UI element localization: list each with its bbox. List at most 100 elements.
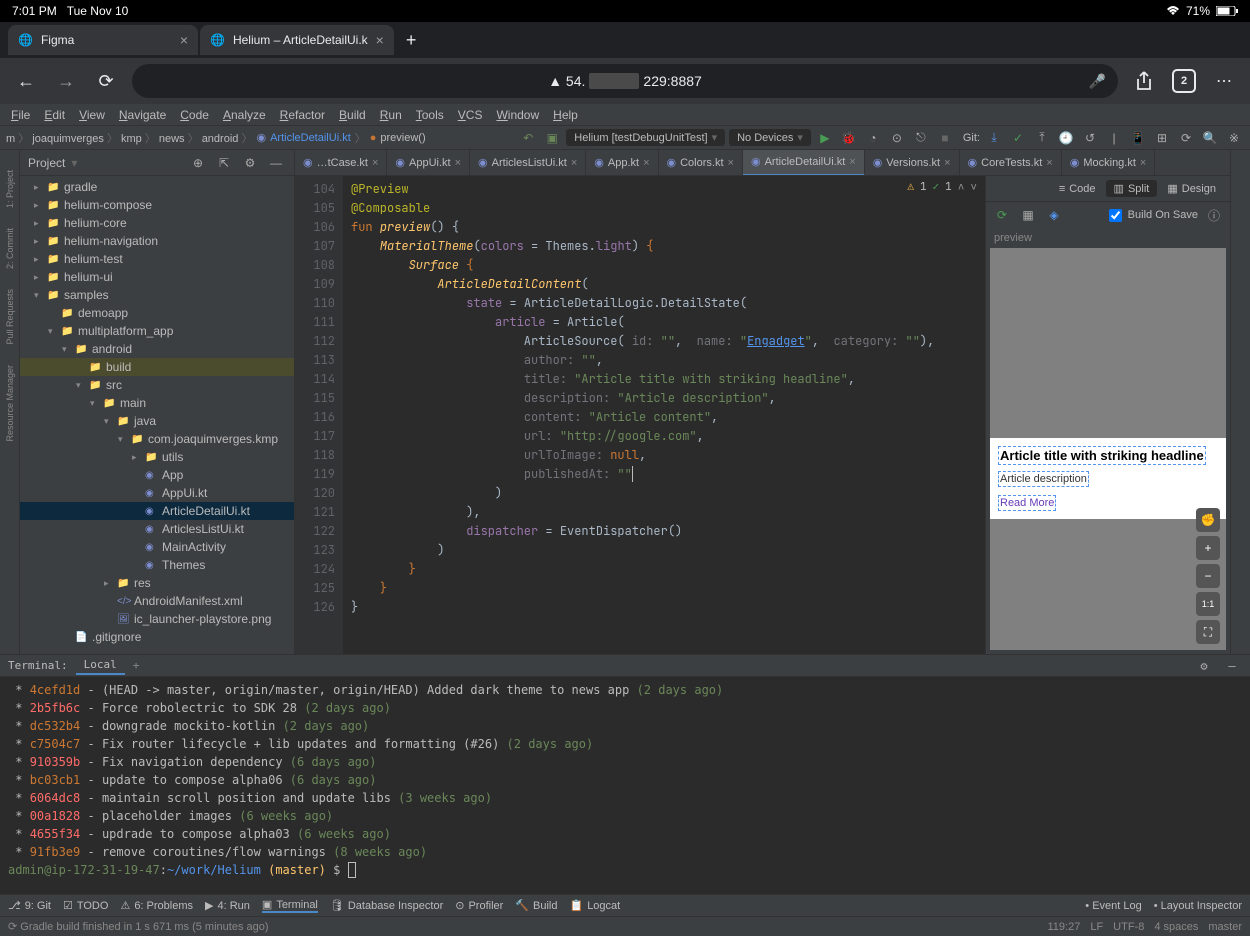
- build-on-save-checkbox[interactable]: [1109, 209, 1122, 222]
- debug-icon[interactable]: 🐞: [839, 128, 859, 148]
- close-icon[interactable]: ×: [571, 157, 577, 169]
- mode-split[interactable]: ▥ Split: [1106, 180, 1158, 197]
- tree-row[interactable]: ◉AppUi.kt: [20, 484, 294, 502]
- share-icon[interactable]: [1130, 67, 1158, 95]
- code-editor[interactable]: 1041051061071081091101111121131141151161…: [295, 176, 985, 654]
- menu-item[interactable]: VCS: [451, 106, 490, 124]
- crumb-func[interactable]: preview(): [380, 132, 425, 144]
- tree-row[interactable]: ▾📁main: [20, 394, 294, 412]
- tree-arrow-icon[interactable]: ▸: [34, 182, 44, 193]
- device-selector[interactable]: No Devices ▾: [729, 129, 811, 146]
- breadcrumb-part[interactable]: android: [202, 133, 239, 145]
- status-item[interactable]: 4 spaces: [1154, 921, 1198, 933]
- close-icon[interactable]: ×: [376, 32, 384, 48]
- tree-arrow-icon[interactable]: ▸: [132, 452, 142, 463]
- tree-row[interactable]: ◉MainActivity: [20, 538, 294, 556]
- menu-item[interactable]: Refactor: [273, 106, 332, 124]
- menu-item[interactable]: File: [4, 106, 37, 124]
- tree-row[interactable]: ▾📁com.joaquimverges.kmp: [20, 430, 294, 448]
- bottom-tool-tab[interactable]: 🛢 Database Inspector: [330, 899, 443, 912]
- close-icon[interactable]: ×: [643, 157, 649, 169]
- menu-item[interactable]: Navigate: [112, 106, 173, 124]
- tree-row[interactable]: ▾📁samples: [20, 286, 294, 304]
- tree-row[interactable]: ▾📁multiplatform_app: [20, 322, 294, 340]
- terminal-tab[interactable]: Local: [76, 656, 125, 675]
- editor-tab[interactable]: ◉ArticleDetailUi.kt×: [743, 150, 865, 176]
- status-item[interactable]: LF: [1090, 921, 1103, 933]
- git-history-icon[interactable]: 🕘: [1056, 128, 1076, 148]
- sync-icon[interactable]: ⟳: [1176, 128, 1196, 148]
- tree-row[interactable]: 🖼ic_launcher-playstore.png: [20, 610, 294, 628]
- tool-window-tab[interactable]: 1: Project: [5, 170, 15, 208]
- tree-arrow-icon[interactable]: ▾: [62, 344, 72, 355]
- info-icon[interactable]: ⓘ: [1204, 205, 1224, 225]
- git-update-icon[interactable]: ⤓: [984, 128, 1004, 148]
- tree-arrow-icon[interactable]: ▾: [48, 326, 58, 337]
- tree-row[interactable]: ▸📁helium-navigation: [20, 232, 294, 250]
- sync-icon[interactable]: ⟳: [8, 920, 17, 933]
- bottom-tool-tab[interactable]: 📋 Logcat: [569, 899, 620, 912]
- bottom-tool-tab[interactable]: • Layout Inspector: [1154, 900, 1242, 912]
- zoom-in-icon[interactable]: +: [1196, 536, 1220, 560]
- editor-tab[interactable]: ◉Versions.kt×: [865, 150, 960, 176]
- tree-row[interactable]: </>AndroidManifest.xml: [20, 592, 294, 610]
- editor-tab[interactable]: ◉App.kt×: [586, 150, 658, 176]
- editor-tab[interactable]: ◉Colors.kt×: [659, 150, 743, 176]
- run-icon[interactable]: ▶: [815, 128, 835, 148]
- browser-tab[interactable]: 🌐 Figma ×: [8, 25, 198, 55]
- bottom-tool-tab[interactable]: ⚠ 6: Problems: [120, 899, 193, 912]
- tree-row[interactable]: ▸📁utils: [20, 448, 294, 466]
- bottom-tool-tab[interactable]: ▶ 4: Run: [205, 899, 250, 912]
- crumb-file[interactable]: ArticleDetailUi.kt: [270, 132, 351, 144]
- tree-arrow-icon[interactable]: ▸: [34, 218, 44, 229]
- mode-code[interactable]: ≡ Code: [1051, 181, 1104, 197]
- tree-row[interactable]: 📁demoapp: [20, 304, 294, 322]
- status-item[interactable]: 119:27: [1048, 921, 1081, 933]
- settings-icon[interactable]: ※: [1224, 128, 1244, 148]
- close-icon[interactable]: ×: [180, 32, 188, 48]
- menu-item[interactable]: Analyze: [216, 106, 273, 124]
- hide-icon[interactable]: —: [266, 153, 286, 173]
- gear-icon[interactable]: ⚙: [240, 153, 260, 173]
- run-config-icon[interactable]: ▣: [542, 128, 562, 148]
- browser-tab[interactable]: 🌐 Helium – ArticleDetailUi.k ×: [200, 25, 394, 55]
- menu-item[interactable]: Window: [489, 106, 546, 124]
- add-terminal-icon[interactable]: +: [133, 659, 140, 672]
- tabs-button[interactable]: 2: [1170, 67, 1198, 95]
- bottom-tool-tab[interactable]: 🔨 Build: [515, 899, 557, 912]
- close-icon[interactable]: ×: [849, 156, 855, 168]
- menu-item[interactable]: Tools: [409, 106, 451, 124]
- close-icon[interactable]: ×: [455, 157, 461, 169]
- coverage-icon[interactable]: ◔: [863, 128, 883, 148]
- zoom-out-icon[interactable]: −: [1196, 564, 1220, 588]
- close-icon[interactable]: ×: [944, 157, 950, 169]
- breadcrumb-part[interactable]: kmp: [121, 133, 142, 145]
- close-icon[interactable]: ×: [1046, 157, 1052, 169]
- git-rollback-icon[interactable]: ↺: [1080, 128, 1100, 148]
- reload-button[interactable]: ⟳: [92, 67, 120, 95]
- code-inspection-status[interactable]: ⚠1 ✓1 ∧∨: [907, 180, 977, 194]
- tree-arrow-icon[interactable]: ▾: [118, 434, 128, 445]
- interactive-icon[interactable]: ▦: [1018, 205, 1038, 225]
- breadcrumb-part[interactable]: joaquimverges: [32, 133, 104, 145]
- collapse-icon[interactable]: ⇱: [214, 153, 234, 173]
- forward-button[interactable]: →: [52, 67, 80, 95]
- editor-tab[interactable]: ◉CoreTests.kt×: [960, 150, 1062, 176]
- close-icon[interactable]: ×: [372, 157, 378, 169]
- status-item[interactable]: master: [1208, 921, 1242, 933]
- profiler-icon[interactable]: ⊙: [887, 128, 907, 148]
- tree-row[interactable]: ▸📁helium-core: [20, 214, 294, 232]
- project-title[interactable]: Project: [28, 156, 65, 170]
- avd-icon[interactable]: 📱: [1128, 128, 1148, 148]
- editor-tab[interactable]: ◉…tCase.kt×: [295, 150, 387, 176]
- git-push-icon[interactable]: ⤒: [1032, 128, 1052, 148]
- tree-arrow-icon[interactable]: ▸: [34, 236, 44, 247]
- menu-item[interactable]: Edit: [37, 106, 72, 124]
- tool-window-tab[interactable]: 2: Commit: [5, 228, 15, 269]
- tree-row[interactable]: ▾📁java: [20, 412, 294, 430]
- term-gear-icon[interactable]: ⚙: [1194, 656, 1214, 676]
- search-icon[interactable]: 🔍: [1200, 128, 1220, 148]
- run-config-selector[interactable]: Helium [testDebugUnitTest] ▾: [566, 129, 725, 146]
- tree-row[interactable]: ▾📁src: [20, 376, 294, 394]
- zoom-11-icon[interactable]: 1:1: [1196, 592, 1220, 616]
